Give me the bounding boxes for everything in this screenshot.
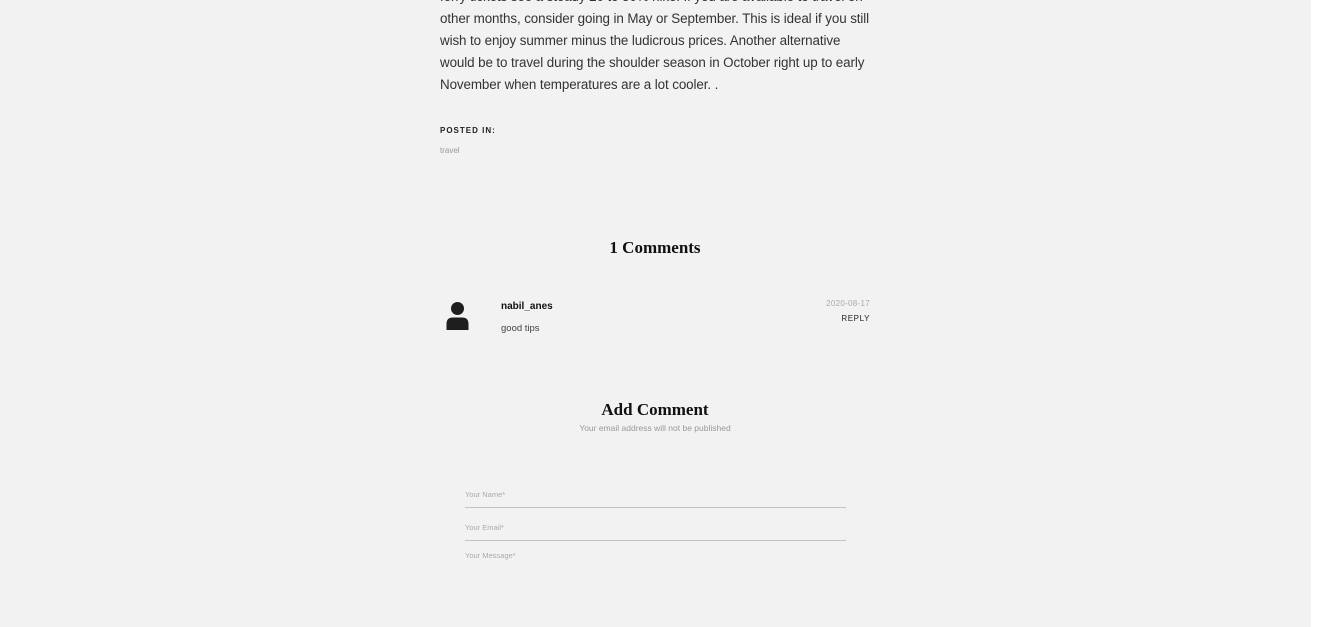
add-comment-heading: Add Comment: [601, 400, 709, 419]
user-avatar-icon: [446, 302, 469, 330]
scrollbar-track[interactable]: [1311, 0, 1326, 627]
comment-author: nabil_anes: [501, 301, 553, 312]
message-input[interactable]: [465, 551, 846, 591]
post-page: ferry tickets see a steady 20 to 30% hik…: [0, 0, 1311, 627]
category-tag-link[interactable]: travel: [440, 146, 460, 155]
article-paragraph: ferry tickets see a steady 20 to 30% hik…: [440, 0, 870, 92]
comment-body: good tips: [501, 323, 540, 334]
comments-heading: 1 Comments: [609, 238, 701, 257]
add-comment-subtitle: Your email address will not be published: [579, 423, 731, 433]
posted-in-label: POSTED IN:: [440, 126, 496, 135]
name-input[interactable]: [465, 481, 846, 508]
comment-date: 2020-08-17: [826, 299, 870, 308]
email-input[interactable]: [465, 514, 846, 541]
reply-button[interactable]: REPLY: [841, 314, 870, 323]
